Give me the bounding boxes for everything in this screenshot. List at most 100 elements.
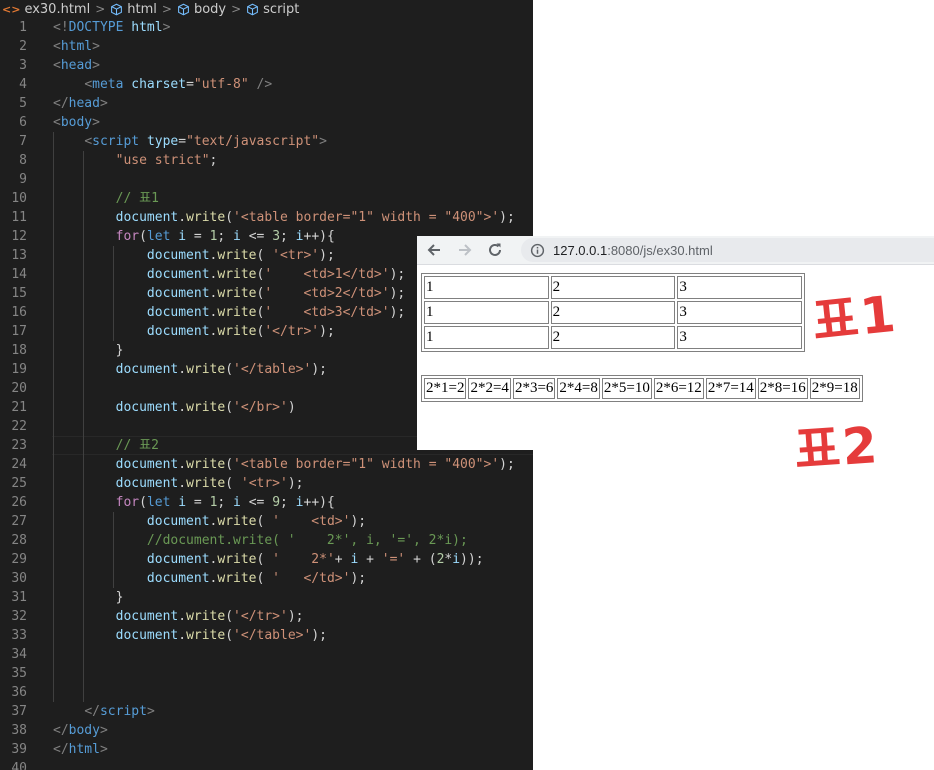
table-row: 123 (424, 301, 802, 324)
token-punc: > (92, 115, 100, 130)
code-line[interactable]: 25 document.write( '<tr>'); (0, 474, 533, 493)
line-number: 11 (11, 210, 27, 225)
table-cell: 2*2=4 (468, 378, 511, 399)
code-line[interactable]: 35 (0, 664, 533, 683)
code-text: document.write( '<tr>'); (53, 246, 335, 265)
token-tag: head (68, 96, 100, 111)
token-op: . (178, 362, 187, 377)
code-line[interactable]: 40 (0, 759, 533, 770)
token-op: <= (240, 229, 273, 244)
indent-guide (83, 683, 84, 702)
arrow-right-icon (459, 244, 472, 256)
table-cell: 2*8=16 (757, 378, 808, 399)
code-line[interactable]: 34 (0, 645, 533, 664)
token-com: // 표2 (115, 438, 159, 453)
code-line[interactable]: 29 document.write( ' 2*'+ i + '=' + (2*i… (0, 550, 533, 569)
code-line[interactable]: 10 // 표1 (0, 189, 533, 208)
token-com: // 표1 (115, 191, 159, 206)
line-number: 26 (11, 495, 27, 510)
token-op: ; (209, 153, 218, 168)
token-op: ) (287, 400, 296, 415)
code-line[interactable]: 30 document.write( ' </td>'); (0, 569, 533, 588)
token-op (249, 77, 257, 92)
info-icon[interactable] (530, 243, 545, 258)
code-line[interactable]: 7 <script type="text/javascript"> (0, 132, 533, 151)
breadcrumb-item-body[interactable]: body (177, 2, 226, 17)
token-punc: < (53, 39, 61, 54)
indent-guide (83, 417, 84, 436)
code-line[interactable]: 3 <head> (0, 56, 533, 75)
code-line[interactable]: 26 for(let i = 1; i <= 9; i++){ (0, 493, 533, 512)
code-line[interactable]: 38 </body> (0, 721, 533, 740)
token-op: = (186, 77, 194, 92)
line-number: 28 (11, 533, 27, 548)
token-decl: let (146, 495, 171, 510)
code-line[interactable]: 31 } (0, 588, 533, 607)
token-tag: meta (92, 77, 124, 92)
table-cell: 2 (550, 301, 676, 324)
token-str: "text/javascript" (186, 134, 320, 149)
reload-button[interactable] (485, 240, 505, 260)
table-cell: 3 (677, 301, 802, 324)
code-text: <meta charset="utf-8" /> (53, 75, 272, 94)
token-op (53, 210, 116, 225)
code-line[interactable]: 24 document.write('<table border="1" wid… (0, 455, 533, 474)
token-op (53, 495, 116, 510)
token-op (53, 476, 116, 491)
url-path: /js/ex30.html (639, 242, 713, 258)
breadcrumb-item-html[interactable]: html (110, 2, 157, 17)
token-op (53, 362, 116, 377)
code-line[interactable]: 1 <!DOCTYPE html> (0, 18, 533, 37)
line-number: 3 (19, 58, 27, 73)
indent-guide (53, 417, 54, 436)
handwritten-label-table2: 표2 (792, 416, 881, 480)
breadcrumb-file[interactable]: <> ex30.html (0, 2, 90, 17)
code-line[interactable]: 6 <body> (0, 113, 533, 132)
code-line[interactable]: 4 <meta charset="utf-8" /> (0, 75, 533, 94)
token-punc: </ (53, 723, 69, 738)
code-line[interactable]: 27 document.write( ' <td>'); (0, 512, 533, 531)
address-bar[interactable]: 127.0.0.1:8080/js/ex30.html (521, 238, 934, 262)
token-op: <= (240, 495, 273, 510)
token-func: write (186, 400, 226, 415)
token-op: ( (225, 628, 234, 643)
code-line[interactable]: 9 (0, 170, 533, 189)
code-line[interactable]: 36 (0, 683, 533, 702)
line-number: 9 (19, 172, 27, 187)
indent-guide (83, 379, 84, 398)
line-number: 18 (11, 343, 27, 358)
code-line[interactable]: 32 document.write('</tr>'); (0, 607, 533, 626)
line-number: 34 (11, 647, 27, 662)
line-number: 24 (11, 457, 27, 472)
token-tag: DOCTYPE (68, 20, 124, 35)
token-op: ); (311, 628, 327, 643)
line-number: 22 (11, 419, 27, 434)
table-row: 2*1=2 2*2=4 2*3=6 2*4=8 2*5=10 2*6=12 2*7=14 2*… (424, 378, 860, 399)
symbol-element-icon (178, 3, 189, 15)
line-number: 37 (11, 704, 27, 719)
code-text: document.write(' <td>2</td>'); (53, 284, 405, 303)
code-line[interactable]: 5 </head> (0, 94, 533, 113)
handwritten-label-table1: 표1 (809, 284, 901, 352)
code-line[interactable]: 33 document.write('</table>'); (0, 626, 533, 645)
code-line[interactable]: 37 </script> (0, 702, 533, 721)
code-line[interactable]: 8 "use strict"; (0, 151, 533, 170)
code-line[interactable]: 2 <html> (0, 37, 533, 56)
forward-button[interactable] (455, 240, 475, 260)
table-cell: 2*1=2 (424, 378, 467, 399)
line-number: 32 (11, 609, 27, 624)
token-op (53, 704, 84, 719)
code-line[interactable]: 39 </html> (0, 740, 533, 759)
back-button[interactable] (424, 240, 444, 260)
line-number: 15 (11, 286, 27, 301)
breadcrumb-item-label: script (263, 1, 300, 17)
token-str: '<table border="1" width = "400">' (233, 457, 500, 472)
code-line[interactable]: 28 //document.write( ' 2*', i, '=', 2*i)… (0, 531, 533, 550)
code-text: </html> (53, 740, 108, 759)
code-line[interactable]: 11 document.write('<table border="1" wid… (0, 208, 533, 227)
token-func: write (186, 210, 226, 225)
token-punc: </ (53, 96, 69, 111)
token-op: ); (319, 324, 335, 339)
code-text: "use strict"; (53, 151, 218, 170)
breadcrumb-item-script[interactable]: script (246, 2, 299, 17)
